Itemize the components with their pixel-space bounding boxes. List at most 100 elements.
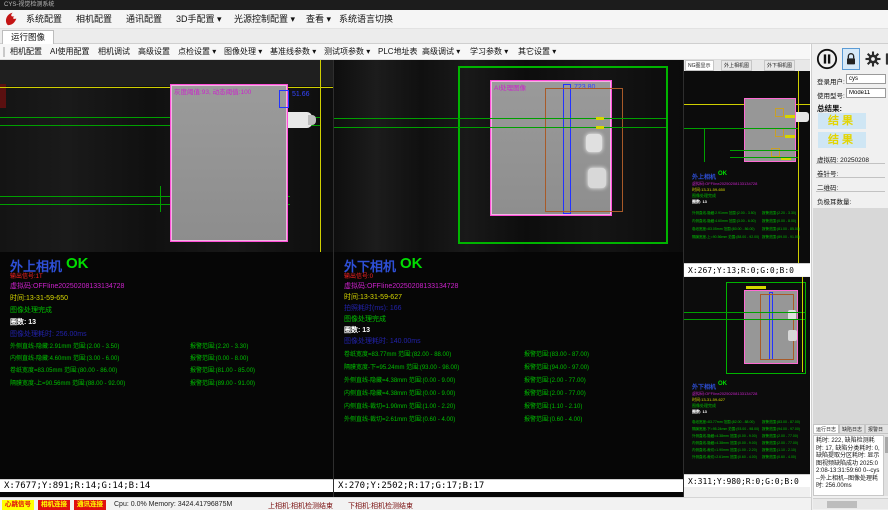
threshold-overlay-label: 灰度阈值:93, 动态阈值:100	[174, 86, 251, 96]
tool-test-params[interactable]: 测试项参数 ▾	[324, 44, 370, 60]
exit-button[interactable]	[884, 49, 888, 69]
mini-measurement-row: 外侧直线-隐藏:2.91mm 范围:(2.00 - 3.50)	[692, 211, 756, 216]
tool-baseline-params[interactable]: 基准线参数 ▾	[270, 44, 316, 60]
reflection-blob	[788, 330, 797, 341]
cell-region-box	[170, 84, 288, 242]
pause-button[interactable]	[816, 48, 838, 70]
measurement-row: 内侧直线-裁切=1.90mm 范围:(1.00 - 2.20)	[344, 401, 455, 410]
yellow-guide-line-v	[320, 60, 321, 252]
right-sidebar: 登录用户: 使用型号: 总结果: 结果 结果 虚拟码: 20250208 卷针号…	[811, 44, 888, 510]
mini-measurement-row: 外侧直线-隐藏=4.38mm 范围:(0.00 - 9.00)	[692, 434, 757, 439]
tool-image-process[interactable]: 图像处理 ▾	[224, 44, 262, 60]
tool-advanced-settings[interactable]: 高级设置	[138, 44, 170, 60]
green-tick-v	[704, 128, 705, 162]
log-tab-run[interactable]: 运行日志	[813, 424, 839, 434]
virtual-code-label: 虚拟码:OFFIine20250208133134728	[344, 281, 458, 291]
menu-comm-config[interactable]: 通讯配置	[120, 10, 168, 29]
log-scrollbar-thumb[interactable]	[885, 437, 888, 453]
turn-count-label: 圈数: 13	[10, 317, 36, 327]
log-hscrollbar-thumb[interactable]	[827, 501, 857, 508]
menu-light-config[interactable]: 光源控制配置 ▾	[228, 10, 301, 29]
pixel-coordinate-readout: X:7677;Y:891;R:14;G:14;B:14	[0, 479, 333, 492]
tool-advanced-debug[interactable]: 高级调试 ▾	[422, 44, 460, 60]
preview-tab-lower[interactable]: 外下相机图	[764, 60, 795, 71]
menu-view[interactable]: 查看 ▾	[300, 10, 337, 29]
output-signal-label: 输出信号:1T	[10, 271, 43, 280]
log-scrollbar[interactable]	[884, 435, 888, 496]
measurement-row: 外侧直线-裁切=2.61mm 范围:(0.60 - 4.00)	[344, 414, 455, 423]
tool-camera-config[interactable]: 相机配置	[10, 44, 42, 60]
left-camera-image[interactable]: 灰度阈值:93, 动态阈值:100 51.66	[0, 60, 333, 252]
mini-measurement-row: 内侧直线-隐藏:4.60mm 范围:(3.00 - 6.00)	[692, 219, 756, 224]
tab-run-image[interactable]: 运行图像	[2, 30, 54, 44]
model-input[interactable]	[846, 88, 886, 98]
camera-result-status: OK	[66, 255, 89, 272]
measurement-row: 隔膜宽度-下=95.24mm 范围:(93.00 - 98.00)	[344, 362, 459, 371]
measurement-row: 外侧直线-隐藏:2.91mm 范围:(2.00 - 3.50)	[10, 341, 119, 350]
mini-alarm-range: 报警范围:(0.60 - 4.00)	[762, 455, 796, 460]
mini-alarm-range: 报警范围:(0.00 - 8.00)	[762, 219, 796, 224]
login-user-input[interactable]	[846, 74, 886, 84]
tool-other-settings[interactable]: 其它设置 ▾	[518, 44, 556, 60]
alarm-range: 报警范围:(2.00 - 77.00)	[524, 375, 586, 384]
measurement-row: 卷纸宽度=83.05mm 范围:(80.00 - 86.00)	[10, 365, 117, 374]
status-bar: 心跳信号 相机连接 通讯连接 Cpu: 0.0% Memory: 3424.41…	[0, 497, 811, 510]
preview-tab-upper[interactable]: 外上相机图	[721, 60, 752, 71]
tool-learn-params[interactable]: 学习参数 ▾	[470, 44, 508, 60]
gear-icon	[864, 49, 882, 69]
mini-measurement-row: 隔膜宽度-下=95.24mm 范围:(93.00 - 98.00)	[692, 427, 759, 432]
app-window: CYS-视觉检测系统 系统配置 相机配置 通讯配置 3D手配置 ▾ 光源控制配置…	[0, 0, 888, 522]
mini-turn-count: 圈数: 13	[692, 409, 707, 415]
log-tab-defect[interactable]: 缺陷日志	[839, 424, 865, 434]
tool-ai-config[interactable]: AI使用配置	[50, 44, 90, 60]
login-user-label: 登录用户:	[817, 76, 845, 86]
cpu-memory-readout: Cpu: 0.0% Memory: 3424.41796875M	[114, 501, 232, 508]
mini-alarm-range: 报警范围:(2.20 - 3.30)	[762, 211, 796, 216]
title-bar: CYS-视觉检测系统	[0, 0, 888, 10]
menu-language-switch[interactable]: 系统语言切换	[333, 10, 399, 29]
lock-button[interactable]	[842, 48, 860, 70]
menu-camera-config[interactable]: 相机配置	[70, 10, 118, 29]
cell-region-box	[744, 98, 796, 162]
measure-value-label: 51.66	[292, 91, 310, 98]
elapsed-label: 图像处理耗时: 256.00ms	[10, 329, 87, 339]
model-label: 使用型号:	[817, 90, 845, 100]
tab-count-label: 负极耳数量:	[817, 196, 851, 206]
mini-measurement-row: 内侧直线-裁切=1.90mm 范围:(1.00 - 2.20)	[692, 448, 757, 453]
settings-button[interactable]	[864, 49, 882, 69]
logout-icon	[884, 49, 888, 69]
elapsed-label: 图像处理耗时: 140.00ms	[344, 336, 421, 346]
green-tick-v	[160, 186, 161, 212]
mini-measurement-row: 卷纸宽度=83.77mm 范围:(82.00 - 88.00)	[692, 420, 755, 425]
ai-image-overlay-label: AI处理图像	[494, 82, 526, 92]
brand-flame-icon	[3, 11, 19, 27]
defect-roi-box	[545, 88, 623, 212]
preview-tab-ng[interactable]: NG图显示	[685, 60, 714, 71]
mid-camera-image[interactable]: AI处理图像 723.80	[334, 60, 683, 252]
log-text-area[interactable]: 耗时: 222, 缺陷检测耗时: 17, 缺陷分类耗时: 0, 缺陷提取分区耗时…	[813, 435, 884, 496]
reflection-blob	[586, 134, 602, 152]
menu-robot-config[interactable]: 3D手配置 ▾	[170, 10, 228, 29]
sidebar-spacer	[813, 208, 888, 424]
tool-plc-table[interactable]: PLC地址表	[378, 44, 418, 60]
mini-alarm-range: 报警范围:(2.00 - 77.00)	[762, 441, 798, 446]
preview-bottom-view[interactable]: 外下相机 OK 虚拟码:OFFIine20250208133134728 时间:…	[684, 277, 810, 474]
green-guide-line	[684, 312, 806, 313]
mini-measurement-row: 内侧直线-隐藏=4.38mm 范围:(0.00 - 9.00)	[692, 441, 757, 446]
menu-system-config[interactable]: 系统配置	[20, 10, 68, 29]
yellow-tick	[596, 117, 604, 120]
tool-spot-check[interactable]: 点检设置 ▾	[178, 44, 216, 60]
process-done-label: 图像处理完成	[344, 314, 386, 324]
tool-camera-debug[interactable]: 相机调试	[98, 44, 130, 60]
log-tab-alarm[interactable]: 报警日志	[865, 424, 888, 434]
menu-bar: 系统配置 相机配置 通讯配置 3D手配置 ▾ 光源控制配置 ▾ 查看 ▾ 系统语…	[0, 10, 888, 29]
log-hscrollbar[interactable]	[813, 498, 888, 509]
mini-measurement-row: 隔膜宽度-上=90.56mm 范围:(88.00 - 92.00)	[692, 235, 759, 240]
process-done-label: 图像处理完成	[10, 305, 52, 315]
mini-measurement-row: 卷纸宽度=83.05mm 范围:(80.00 - 86.00)	[692, 227, 755, 232]
camera-result-status: OK	[400, 255, 423, 272]
green-guide-line	[334, 118, 666, 119]
preview-top-view[interactable]: 外上相机 OK 虚拟码:OFFIine20250208133134728 时间:…	[684, 71, 810, 263]
log-tab-strip: 运行日志 缺陷日志 报警日志	[813, 424, 888, 435]
pause-icon	[816, 48, 838, 70]
